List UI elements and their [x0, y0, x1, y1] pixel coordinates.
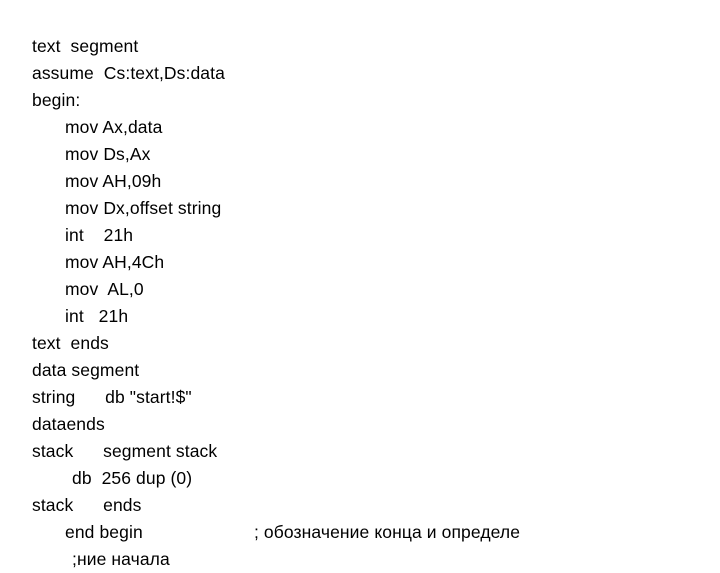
- code-line-text: ;ние начала: [72, 549, 170, 569]
- code-line-text: text segment: [32, 36, 139, 56]
- code-line: int 21h: [32, 303, 692, 330]
- code-line-text: string db "start!$": [32, 387, 192, 407]
- code-line-text: begin:: [32, 90, 81, 110]
- code-comment: ; обозначение конца и определе: [254, 522, 521, 542]
- code-line: mov AL,0: [32, 276, 692, 303]
- code-line: mov Ax,data: [32, 114, 692, 141]
- code-line-text: end begin: [65, 522, 143, 542]
- code-line: mov AH,09h: [32, 168, 692, 195]
- code-line: mov Ds,Ax: [32, 141, 692, 168]
- code-line-text: mov AL,0: [65, 279, 144, 299]
- code-line: dataends: [32, 411, 692, 438]
- code-line: mov AH,4Ch: [32, 249, 692, 276]
- code-line: end begin ; обозначение конца и определе: [32, 519, 692, 546]
- code-line: mov Dx,offset string: [32, 195, 692, 222]
- code-line-text: text ends: [32, 333, 109, 353]
- code-line-text: int 21h: [65, 306, 129, 326]
- code-line-text: mov Dx,offset string: [65, 198, 222, 218]
- code-line-text: mov Ds,Ax: [65, 144, 151, 164]
- code-line-text: mov AH,09h: [65, 171, 162, 191]
- code-line-text: int 21h: [65, 225, 134, 245]
- code-line-text: data segment: [32, 360, 140, 380]
- assembly-code-block: text segment assume Cs:text,Ds:data begin:…: [32, 33, 692, 573]
- code-line-text: mov Ax,data: [65, 117, 163, 137]
- code-line-text: dataends: [32, 414, 105, 434]
- code-line-text: mov AH,4Ch: [65, 252, 165, 272]
- code-line: begin:: [32, 87, 692, 114]
- code-line-text: assume Cs:text,Ds:data: [32, 63, 225, 83]
- code-line-text: stack segment stack: [32, 441, 218, 461]
- code-line: db 256 dup (0): [32, 465, 692, 492]
- slide-canvas: text segment assume Cs:text,Ds:data begin:…: [0, 0, 720, 569]
- code-line-text: db 256 dup (0): [72, 468, 193, 488]
- code-line: ;ние начала: [32, 546, 692, 573]
- code-line: text ends: [32, 330, 692, 357]
- code-line: stack segment stack: [32, 438, 692, 465]
- code-line: int 21h: [32, 222, 692, 249]
- code-line: assume Cs:text,Ds:data: [32, 60, 692, 87]
- code-line: data segment: [32, 357, 692, 384]
- code-line-text: stack ends: [32, 495, 142, 515]
- code-line: text segment: [32, 33, 692, 60]
- code-line: stack ends: [32, 492, 692, 519]
- code-line: string db "start!$": [32, 384, 692, 411]
